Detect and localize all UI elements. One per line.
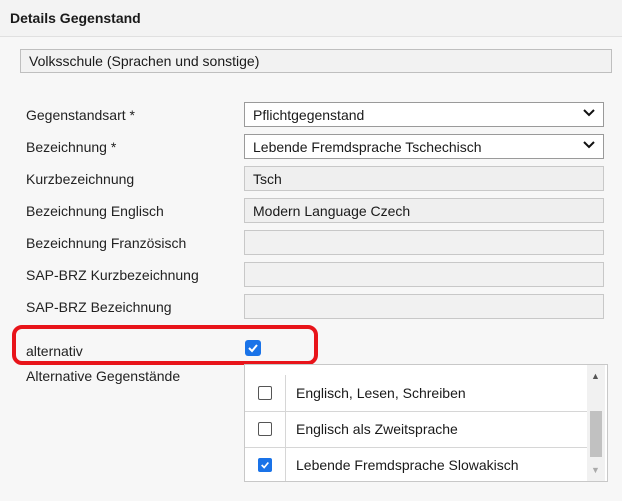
- list-item-label: Englisch als Zweitsprache: [296, 421, 458, 437]
- checkbox[interactable]: [258, 422, 272, 436]
- alternative-gegenstaende-list[interactable]: Englisch, Lesen, Schreiben Englisch als …: [244, 364, 608, 482]
- scroll-up-icon[interactable]: ▲: [591, 371, 600, 381]
- chevron-down-icon: [583, 138, 595, 155]
- check-icon: [248, 344, 258, 353]
- alternativ-checkbox[interactable]: [245, 340, 261, 356]
- sap-bezeichnung-label: SAP-BRZ Bezeichnung: [26, 299, 172, 315]
- sap-kurzbezeichnung-label: SAP-BRZ Kurzbezeichnung: [26, 267, 199, 283]
- sap-kurzbezeichnung-input[interactable]: [244, 262, 604, 287]
- bezeichnung-englisch-label: Bezeichnung Englisch: [26, 203, 164, 219]
- gegenstandsart-select[interactable]: Pflichtgegenstand: [244, 102, 604, 127]
- school-type-field: Volksschule (Sprachen und sonstige): [20, 49, 612, 73]
- bezeichnung-label: Bezeichnung *: [26, 139, 117, 155]
- gegenstandsart-label: Gegenstandsart *: [26, 107, 135, 123]
- kurzbezeichnung-input[interactable]: Tsch: [244, 166, 604, 191]
- check-icon: [261, 461, 269, 469]
- bezeichnung-value: Lebende Fremdsprache Tschechisch: [253, 139, 482, 155]
- panel-title: Details Gegenstand: [10, 10, 141, 26]
- bezeichnung-franzoesisch-label: Bezeichnung Französisch: [26, 235, 187, 251]
- checkbox[interactable]: [258, 386, 272, 400]
- alternativ-label: alternativ: [26, 343, 83, 359]
- checkbox-checked[interactable]: [258, 458, 272, 472]
- gegenstandsart-value: Pflichtgegenstand: [253, 107, 365, 123]
- panel-header: Details Gegenstand: [0, 0, 622, 37]
- list-item[interactable]: Lebende Fremdsprache Slowakisch: [245, 447, 587, 481]
- sap-bezeichnung-input[interactable]: [244, 294, 604, 319]
- bezeichnung-englisch-input[interactable]: Modern Language Czech: [244, 198, 604, 223]
- bezeichnung-select[interactable]: Lebende Fremdsprache Tschechisch: [244, 134, 604, 159]
- kurzbezeichnung-label: Kurzbezeichnung: [26, 171, 135, 187]
- chevron-down-icon: [583, 106, 595, 123]
- bezeichnung-franzoesisch-input[interactable]: [244, 230, 604, 255]
- list-item-label: Englisch, Lesen, Schreiben: [296, 385, 466, 401]
- scroll-down-icon[interactable]: ▼: [591, 465, 600, 475]
- list-item[interactable]: Englisch als Zweitsprache: [245, 411, 587, 448]
- scrollbar-thumb[interactable]: [590, 411, 602, 457]
- list-item-label: Lebende Fremdsprache Slowakisch: [296, 457, 519, 473]
- alternative-gegenstaende-label: Alternative Gegenstände: [26, 368, 181, 384]
- list-item[interactable]: Englisch, Lesen, Schreiben: [245, 375, 587, 412]
- list-scrollbar[interactable]: ▲ ▼: [587, 365, 605, 481]
